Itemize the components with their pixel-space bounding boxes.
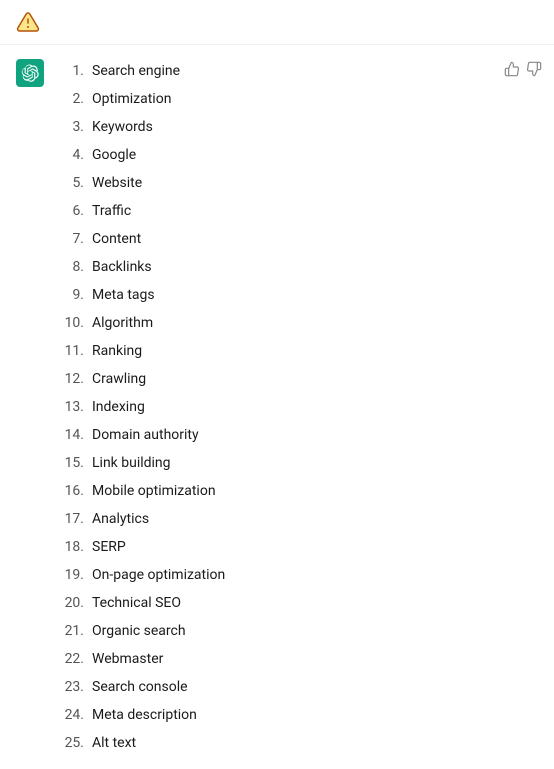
list-item: 5.Website <box>60 169 488 197</box>
list-item: 19.On-page optimization <box>60 561 488 589</box>
item-text: Ranking <box>92 341 142 362</box>
item-number: 18. <box>60 537 92 558</box>
list-item: 15.Link building <box>60 449 488 477</box>
item-text: Webmaster <box>92 649 163 670</box>
list-item: 8.Backlinks <box>60 253 488 281</box>
list-item: 12.Crawling <box>60 365 488 393</box>
item-text: Meta description <box>92 705 197 726</box>
list-item: 16.Mobile optimization <box>60 477 488 505</box>
item-text: Keywords <box>92 117 153 138</box>
lsi-list: 1.Search engine2.Optimization3.Keywords4… <box>60 57 488 757</box>
item-number: 3. <box>60 117 92 138</box>
item-text: Domain authority <box>92 425 199 446</box>
list-item: 17.Analytics <box>60 505 488 533</box>
item-text: Google <box>92 145 136 166</box>
list-item: 6.Traffic <box>60 197 488 225</box>
item-text: Analytics <box>92 509 149 530</box>
item-text: Content <box>92 229 141 250</box>
item-number: 19. <box>60 565 92 586</box>
thumbs-down-button[interactable] <box>526 59 542 79</box>
list-item: 23.Search console <box>60 673 488 701</box>
item-number: 22. <box>60 649 92 670</box>
list-item: 1.Search engine <box>60 57 488 85</box>
item-number: 21. <box>60 621 92 642</box>
item-number: 2. <box>60 89 92 110</box>
item-number: 16. <box>60 481 92 502</box>
item-number: 15. <box>60 453 92 474</box>
item-text: Optimization <box>92 89 171 110</box>
avatar <box>16 59 44 87</box>
list-item: 2.Optimization <box>60 85 488 113</box>
item-number: 1. <box>60 61 92 82</box>
list-item: 3.Keywords <box>60 113 488 141</box>
item-number: 10. <box>60 313 92 334</box>
item-text: Search console <box>92 677 188 698</box>
list-item: 10.Algorithm <box>60 309 488 337</box>
list-item: 7.Content <box>60 225 488 253</box>
item-text: Mobile optimization <box>92 481 216 502</box>
item-text: Website <box>92 173 142 194</box>
list-col: 1.Search engine2.Optimization3.Keywords4… <box>60 57 504 757</box>
item-number: 5. <box>60 173 92 194</box>
item-text: On-page optimization <box>92 565 225 586</box>
main-content: 1.Search engine2.Optimization3.Keywords4… <box>0 45 554 769</box>
item-text: Traffic <box>92 201 131 222</box>
list-item: 25.Alt text <box>60 729 488 757</box>
item-number: 7. <box>60 229 92 250</box>
item-text: Crawling <box>92 369 146 390</box>
item-text: Technical SEO <box>92 593 181 614</box>
item-text: Organic search <box>92 621 186 642</box>
item-text: Alt text <box>92 733 136 754</box>
item-number: 14. <box>60 425 92 446</box>
list-item: 22.Webmaster <box>60 645 488 673</box>
item-number: 11. <box>60 341 92 362</box>
item-number: 20. <box>60 593 92 614</box>
item-number: 24. <box>60 705 92 726</box>
item-number: 12. <box>60 369 92 390</box>
list-item: 21.Organic search <box>60 617 488 645</box>
avatar-col <box>0 57 60 757</box>
actions-col <box>504 57 554 757</box>
item-text: SERP <box>92 537 126 558</box>
thumbs-up-button[interactable] <box>504 59 520 79</box>
list-item: 18.SERP <box>60 533 488 561</box>
item-text: Algorithm <box>92 313 153 334</box>
list-item: 20.Technical SEO <box>60 589 488 617</box>
list-item: 11.Ranking <box>60 337 488 365</box>
list-item: 24.Meta description <box>60 701 488 729</box>
list-item: 13.Indexing <box>60 393 488 421</box>
top-bar <box>0 0 554 45</box>
item-text: Indexing <box>92 397 145 418</box>
item-text: Meta tags <box>92 285 155 306</box>
item-text: Backlinks <box>92 257 152 278</box>
item-number: 13. <box>60 397 92 418</box>
item-number: 23. <box>60 677 92 698</box>
item-text: Search engine <box>92 61 180 82</box>
list-item: 4.Google <box>60 141 488 169</box>
item-number: 6. <box>60 201 92 222</box>
item-number: 25. <box>60 733 92 754</box>
item-text: Link building <box>92 453 171 474</box>
list-item: 14.Domain authority <box>60 421 488 449</box>
warning-icon <box>16 10 40 34</box>
list-item: 9.Meta tags <box>60 281 488 309</box>
item-number: 9. <box>60 285 92 306</box>
item-number: 17. <box>60 509 92 530</box>
item-number: 8. <box>60 257 92 278</box>
item-number: 4. <box>60 145 92 166</box>
